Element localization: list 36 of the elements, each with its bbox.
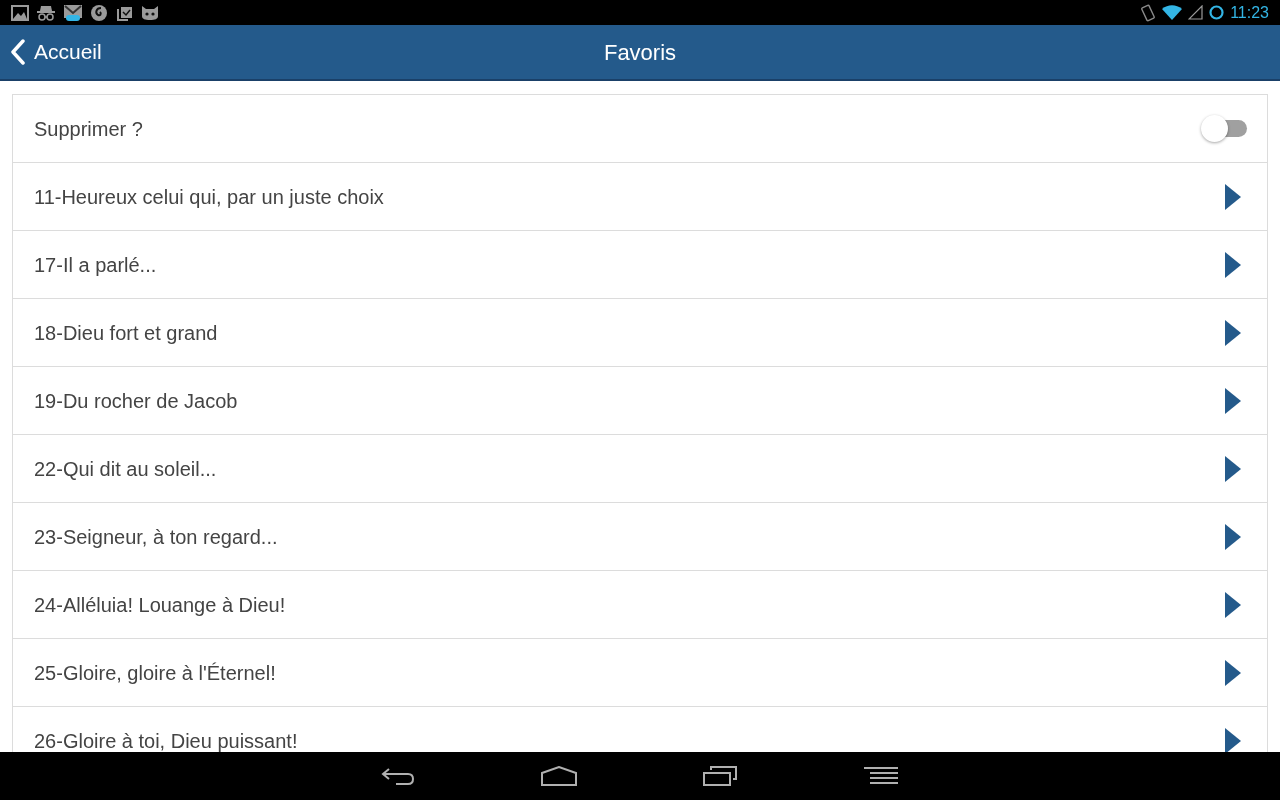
favorite-list-item[interactable]: 25-Gloire, gloire à l'Éternel! <box>13 639 1267 707</box>
mail-icon <box>63 3 83 22</box>
swirl-circle-icon <box>90 3 108 22</box>
favorite-list-item[interactable]: 22-Qui dit au soleil... <box>13 435 1267 503</box>
recent-apps-icon[interactable] <box>703 766 737 786</box>
back-icon[interactable] <box>381 767 415 785</box>
play-arrow-icon <box>1225 455 1241 482</box>
back-button[interactable]: Accueil <box>0 25 108 79</box>
home-icon[interactable] <box>541 766 577 786</box>
clock-time: 11:23 <box>1230 4 1269 21</box>
favorite-list-item[interactable]: 24-Alléluia! Louange à Dieu! <box>13 571 1267 639</box>
favorite-list-item[interactable]: 23-Seigneur, à ton regard... <box>13 503 1267 571</box>
play-arrow-icon <box>1225 591 1241 618</box>
play-arrow-icon <box>1225 659 1241 686</box>
play-arrow-icon <box>1225 183 1241 210</box>
wifi-icon <box>1162 5 1183 20</box>
cat-face-icon <box>140 4 160 21</box>
incognito-icon <box>36 4 56 21</box>
menu-icon[interactable] <box>863 767 899 785</box>
toggle-switch[interactable] <box>1201 115 1247 142</box>
vibrate-icon <box>1140 3 1157 22</box>
favorite-list-item[interactable]: 18-Dieu fort et grand <box>13 299 1267 367</box>
chevron-left-icon <box>10 39 26 65</box>
toggle-label: Supprimer ? <box>34 116 143 142</box>
favorite-list-item[interactable]: 17-Il a parlé... <box>13 231 1267 299</box>
sync-ring-icon <box>1209 5 1225 20</box>
favorite-list-item[interactable]: 11-Heureux celui qui, par un juste choix <box>13 163 1267 231</box>
screen-title: Favoris <box>603 38 677 67</box>
play-arrow-icon <box>1225 727 1241 752</box>
signal-icon <box>1188 5 1204 20</box>
favorite-list-item[interactable]: 19-Du rocher de Jacob <box>13 367 1267 435</box>
play-arrow-icon <box>1225 319 1241 346</box>
play-arrow-icon <box>1225 251 1241 278</box>
play-arrow-icon <box>1225 523 1241 550</box>
image-icon <box>11 4 29 21</box>
play-arrow-icon <box>1225 387 1241 414</box>
